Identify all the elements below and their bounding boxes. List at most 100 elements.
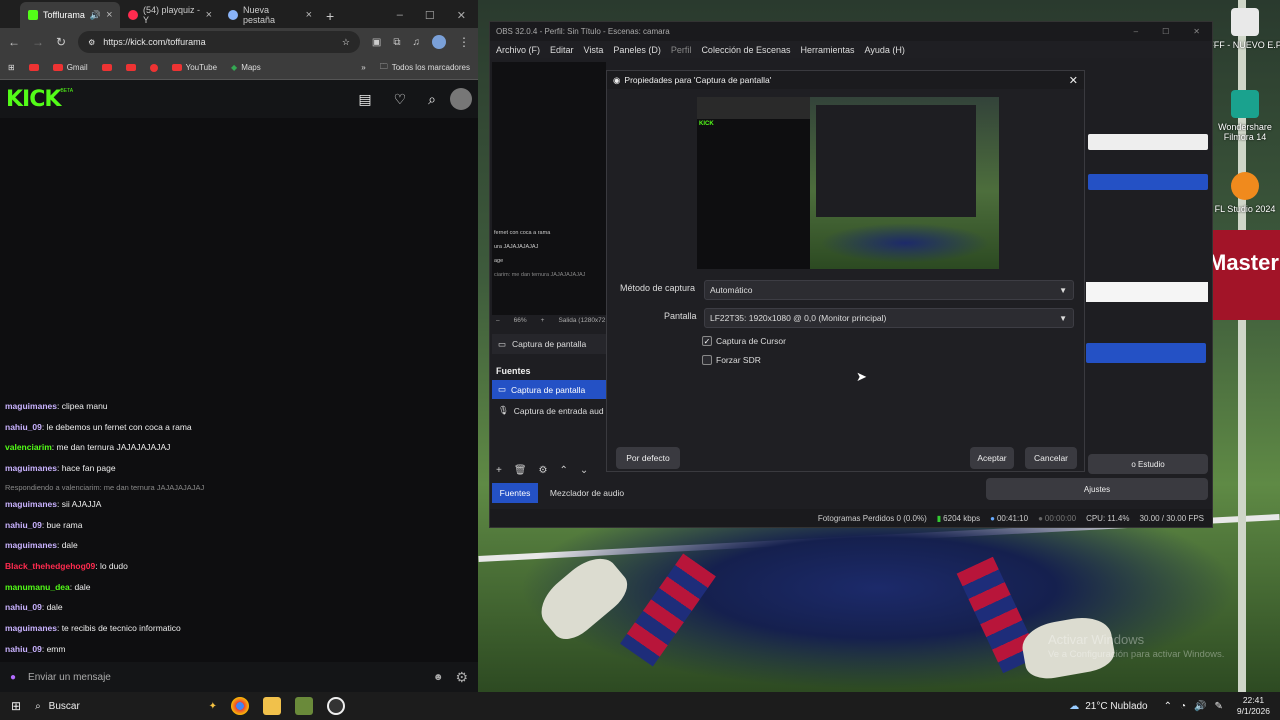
minimize-icon[interactable]: –: [1134, 27, 1138, 36]
close-icon[interactable]: ✕: [1193, 27, 1200, 36]
bookmark-star-icon[interactable]: ☆: [342, 37, 350, 48]
address-bar[interactable]: ⚙ https://kick.com/toffurama ☆: [78, 31, 360, 53]
reload-icon[interactable]: ↻: [56, 35, 66, 49]
accept-button[interactable]: Aceptar: [970, 447, 1014, 469]
bookmark-youtube[interactable]: YouTube: [171, 63, 217, 72]
library-icon[interactable]: ▤: [358, 91, 371, 108]
chat-username[interactable]: maguimanes: [5, 540, 57, 550]
zoom-out-icon[interactable]: –: [496, 317, 500, 324]
add-icon[interactable]: +: [496, 465, 502, 476]
cursor-checkbox[interactable]: ✓ Captura de Cursor: [702, 336, 786, 346]
settings-icon[interactable]: ⚙: [455, 669, 468, 686]
maximize-icon[interactable]: ☐: [425, 9, 435, 22]
tray-chevron-icon[interactable]: ⌃: [1164, 701, 1172, 712]
tab-new[interactable]: Nueva pestaña ×: [220, 2, 320, 28]
heart-icon[interactable]: ♡: [394, 91, 407, 108]
menu-vista[interactable]: Vista: [584, 45, 604, 55]
chat-username[interactable]: nahiu_09: [5, 644, 42, 654]
chrome-icon[interactable]: [231, 697, 250, 715]
obs-right-selected[interactable]: [1086, 343, 1206, 363]
profile-avatar[interactable]: [432, 35, 446, 49]
menu-coleccion[interactable]: Colección de Escenas: [701, 45, 790, 55]
pen-icon[interactable]: ✎: [1215, 701, 1223, 712]
chat-username[interactable]: nahiu_09: [5, 602, 42, 612]
close-icon[interactable]: ×: [306, 9, 312, 21]
menu-archivo[interactable]: Archivo (F): [496, 45, 540, 55]
chat-username[interactable]: Black_thehedgehog09: [5, 561, 95, 571]
media-icon[interactable]: ♫: [413, 37, 421, 48]
chat-username[interactable]: maguimanes: [5, 623, 57, 633]
desktop-icon-flstudio[interactable]: FL Studio 2024: [1205, 172, 1280, 214]
apps-icon[interactable]: ⊞: [8, 63, 15, 72]
obs-right-selected[interactable]: [1088, 174, 1208, 190]
default-button[interactable]: Por defecto: [616, 447, 680, 469]
weather-text[interactable]: 21°C Nublado: [1085, 701, 1147, 712]
app-icon[interactable]: [295, 697, 314, 715]
close-icon[interactable]: ×: [106, 9, 112, 21]
chat-username[interactable]: maguimanes: [5, 463, 57, 473]
sdr-checkbox[interactable]: Forzar SDR: [702, 355, 761, 365]
settings-button[interactable]: Ajustes: [986, 478, 1208, 500]
source-item-screen[interactable]: ▭ Captura de pantalla: [492, 380, 606, 399]
mic-icon[interactable]: ●: [10, 672, 16, 683]
file-explorer-icon[interactable]: [263, 697, 282, 715]
tab-youtube[interactable]: (54) playquiz - Y ×: [120, 2, 220, 28]
network-icon[interactable]: ◔: [1180, 701, 1186, 712]
menu-paneles[interactable]: Paneles (D): [613, 45, 661, 55]
close-window-icon[interactable]: ✕: [457, 9, 466, 22]
close-icon[interactable]: ×: [206, 9, 212, 21]
gear-icon[interactable]: ⚙: [539, 465, 548, 476]
maximize-icon[interactable]: ☐: [1162, 27, 1169, 36]
chat-username[interactable]: manumanu_dea: [5, 582, 70, 592]
method-select[interactable]: Automático ▼: [704, 280, 1074, 300]
bookmark-gmail[interactable]: Gmail: [52, 63, 88, 72]
more-bookmarks-icon[interactable]: »: [361, 63, 365, 72]
forward-icon[interactable]: →: [32, 35, 44, 49]
down-icon[interactable]: ⌄: [580, 465, 588, 476]
volume-icon[interactable]: 🔊: [1194, 701, 1206, 712]
chat-input[interactable]: Enviar un mensaje: [28, 672, 421, 683]
bookmark-all[interactable]: 🗀 Todos los marcadores: [380, 61, 470, 75]
windows-start-icon[interactable]: ⊞: [11, 699, 21, 713]
zoom-in-icon[interactable]: +: [541, 317, 545, 324]
studio-button[interactable]: o Estudio: [1088, 454, 1208, 474]
youtube-bookmark-icon[interactable]: [28, 64, 39, 71]
close-icon[interactable]: ✕: [1069, 74, 1078, 87]
scene-source-row[interactable]: ▭ Captura de pantalla: [492, 334, 606, 354]
clock[interactable]: 22:41 9/1/2026: [1237, 695, 1270, 717]
taskbar-search[interactable]: ⌕ Buscar ✦: [27, 694, 217, 718]
desktop-icon-filmora[interactable]: Wondershare Filmora 14: [1205, 90, 1280, 142]
instagram-bookmark-icon[interactable]: [149, 63, 158, 72]
extensions-puzzle-icon[interactable]: ⧉: [393, 37, 400, 48]
bookmark-maps[interactable]: ◆ Maps: [231, 63, 261, 72]
minimize-icon[interactable]: –: [397, 9, 403, 22]
back-icon[interactable]: ←: [8, 35, 20, 49]
new-tab-button[interactable]: +: [326, 8, 334, 24]
obs-right-field[interactable]: [1088, 134, 1208, 150]
source-item-audio[interactable]: 🎙 Captura de entrada aud: [492, 401, 606, 420]
chat-username[interactable]: valenciarim: [5, 442, 52, 452]
trash-icon[interactable]: 🗑: [514, 465, 527, 476]
emoji-icon[interactable]: ☻: [433, 672, 444, 683]
youtube-bookmark-icon[interactable]: [101, 64, 112, 71]
cancel-button[interactable]: Cancelar: [1025, 447, 1077, 469]
tab-mezclador[interactable]: Mezclador de audio: [542, 483, 632, 503]
chat-username[interactable]: nahiu_09: [5, 520, 42, 530]
youtube-bookmark-icon[interactable]: [125, 64, 136, 71]
obs-right-field[interactable]: [1086, 282, 1208, 302]
menu-editar[interactable]: Editar: [550, 45, 574, 55]
menu-icon[interactable]: ⋮: [458, 35, 470, 49]
kick-logo[interactable]: KICK: [6, 87, 61, 112]
tab-fuentes[interactable]: Fuentes: [492, 483, 538, 503]
screen-select[interactable]: LF22T35: 1920x1080 @ 0,0 (Monitor princi…: [704, 308, 1074, 328]
menu-herramientas[interactable]: Herramientas: [801, 45, 855, 55]
desktop-icon-fff[interactable]: FFF - NUEVO E.P: [1205, 8, 1280, 50]
chat-username[interactable]: maguimanes: [5, 401, 57, 411]
menu-perfil[interactable]: Perfil: [671, 45, 692, 55]
extension-icon[interactable]: ▣: [372, 37, 381, 48]
menu-ayuda[interactable]: Ayuda (H): [865, 45, 905, 55]
chat-username[interactable]: maguimanes: [5, 499, 57, 509]
obs-icon[interactable]: [327, 697, 346, 715]
up-icon[interactable]: ⌃: [560, 465, 568, 476]
site-info-icon[interactable]: ⚙: [88, 38, 95, 47]
